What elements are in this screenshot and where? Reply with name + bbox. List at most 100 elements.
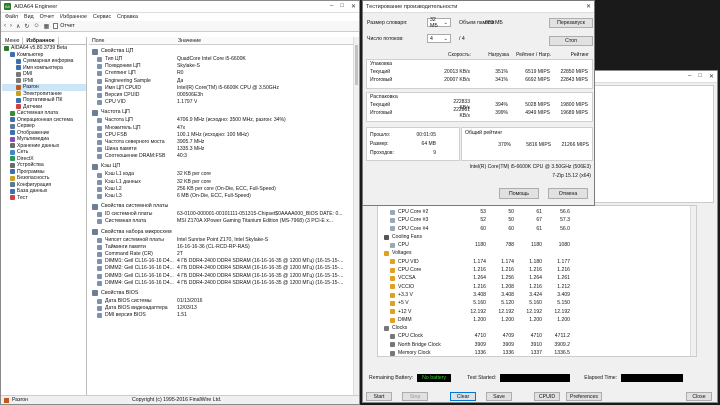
sensor-row[interactable]: +5 V 5.160 5.120 5.160 5.150 <box>378 299 696 307</box>
tab-favorites[interactable]: Избранное <box>23 37 59 44</box>
sensor-row[interactable]: +12 V 12.192 12.192 12.192 12.192 <box>378 308 696 316</box>
detail-row[interactable]: DIMM2: Geil CL16-16-16 D4... 4 ГБ DDR4-24… <box>89 265 353 272</box>
cpuid-button[interactable]: CPUID <box>534 392 560 401</box>
detail-row[interactable]: Кэш L1 данных 32 KB per core <box>89 179 353 186</box>
sensor-row[interactable]: DIMM 1.200 1.200 1.200 1.200 <box>378 316 696 324</box>
up-icon[interactable]: ∧ <box>16 23 20 30</box>
refresh-icon[interactable]: ↻ <box>24 23 29 30</box>
sensor-row[interactable]: VCCIO 1.216 1.208 1.216 1.212 <box>378 283 696 291</box>
detail-row[interactable]: Псевдоним ЦП Skylake-S <box>89 63 353 70</box>
detail-value: 32 KB per core <box>177 171 211 178</box>
detail-row[interactable]: DMI версия BIOS 1.51 <box>89 312 353 319</box>
close-icon[interactable]: ✕ <box>351 3 356 10</box>
sensor-row[interactable]: VCCSA 1.264 1.256 1.264 1.261 <box>378 274 696 282</box>
chart-icon[interactable]: ▦ <box>44 23 50 30</box>
detail-field: DIMM1: Geil CL16-16-16 D4... <box>89 258 175 265</box>
detail-row[interactable]: Имя ЦП CPUID Intel(R) Core(TM) i5-6600K C… <box>89 85 353 92</box>
status-icon <box>4 397 9 403</box>
sensor-group-row[interactable]: Voltages <box>378 249 696 257</box>
menu-favorites[interactable]: Избранное <box>60 14 87 20</box>
save-button[interactable]: Save <box>486 392 512 401</box>
menu-report[interactable]: Отчет <box>40 14 55 20</box>
detail-row[interactable]: ID системной платы 63-0100-000001-0010111… <box>89 211 353 218</box>
detail-row[interactable]: Дата BIOS видеоадаптера 12/03/13 <box>89 305 353 312</box>
forward-icon[interactable]: › <box>10 23 12 29</box>
detail-row[interactable]: Command Rate (CR) 2T <box>89 251 353 258</box>
sensor-value: 56.6 <box>560 209 570 215</box>
report-label: Отчет <box>60 23 75 29</box>
sensor-row[interactable]: CPU Clock 4710 4709 4710 4711.2 <box>378 332 696 340</box>
detail-row[interactable]: Кэш L1 кода 32 KB per core <box>89 171 353 178</box>
help-button[interactable]: Помощь <box>499 188 539 199</box>
sensor-value: 5.120 <box>501 300 514 307</box>
sensor-row[interactable]: +3.3 V 3.408 3.408 3.424 3.409 <box>378 291 696 299</box>
tab-menu[interactable]: Меню <box>2 37 24 44</box>
detail-row[interactable]: CPU FSB 100.1 MHz (исходно: 100 MHz) <box>89 132 353 139</box>
threads-select[interactable]: 4 ⌄ <box>427 34 451 43</box>
user-icon[interactable]: ☺ <box>33 23 39 29</box>
sensor-group-row[interactable]: Clocks <box>378 324 696 332</box>
detail-row[interactable]: CPU VID 1.1797 V <box>89 99 353 106</box>
detail-row[interactable]: DIMM3: Geil CL16-16-16 D4... 4 ГБ DDR4-24… <box>89 273 353 280</box>
start-button[interactable]: Start <box>366 392 392 401</box>
maximize-icon[interactable]: □ <box>340 3 344 10</box>
detail-row[interactable]: Кэш L2 256 KB per core (On-Die, ECC, Full… <box>89 186 353 193</box>
clear-button[interactable]: Clear <box>450 392 476 401</box>
minimize-icon[interactable]: – <box>330 3 333 10</box>
sensor-group-row[interactable]: Cooling Fans <box>378 233 696 241</box>
sensor-minimize-icon[interactable]: – <box>688 73 691 80</box>
detail-row[interactable]: DIMM1: Geil CL16-16-16 D4... 4 ГБ DDR4-24… <box>89 258 353 265</box>
sensor-row[interactable]: North Bridge Clock 3909 3909 3910 3909.2 <box>378 341 696 349</box>
stop-benchmark-button[interactable]: Стоп <box>549 36 593 46</box>
sensor-row[interactable]: CPU VID 1.174 1.174 1.180 1.177 <box>378 258 696 266</box>
detail-row[interactable]: Соотношение DRAM:FSB 40:3 <box>89 153 353 160</box>
section-icon <box>92 48 98 55</box>
sensor-row[interactable]: CPU Core #3 52 50 67 57.3 <box>378 216 696 224</box>
close-button[interactable]: Close <box>686 392 712 401</box>
menu-file[interactable]: Файл <box>5 14 18 20</box>
tree-item[interactable]: Тест <box>2 195 86 202</box>
detail-row[interactable]: Степпинг ЦП R0 <box>89 70 353 77</box>
detail-row[interactable]: Частота северного моста 3905.7 MHz <box>89 139 353 146</box>
sensor-row[interactable]: CPU Core #2 53 50 61 56.6 <box>378 208 696 216</box>
detail-row[interactable]: DIMM4: Geil CL16-16-16 D4... 4 ГБ DDR4-24… <box>89 280 353 287</box>
sensor-maximize-icon[interactable]: □ <box>698 73 702 80</box>
column-field[interactable]: Поле <box>89 37 175 44</box>
sensor-row[interactable]: CPU 1180 788 1180 1080 <box>378 241 696 249</box>
detail-row[interactable]: Шина памяти 1335.3 MHz <box>89 146 353 153</box>
back-icon[interactable]: ‹ <box>4 23 6 29</box>
detail-row[interactable]: Тип ЦП QuadCore Intel Core i5-6600K <box>89 56 353 63</box>
detail-row[interactable]: Версия CPUID 000506E3h <box>89 92 353 99</box>
benchmark-titlebar[interactable]: Тестирование производительности ✕ <box>363 1 594 13</box>
cancel-button[interactable]: Отмена <box>548 188 588 199</box>
dict-size-select[interactable]: 32 МБ ⌄ <box>427 17 451 29</box>
menu-view[interactable]: Вид <box>24 14 34 20</box>
detail-row[interactable]: Тайминги памяти 16-16-16-36 (CL-RCD-RP-RA… <box>89 244 353 251</box>
sensor-row[interactable]: CPU Core #4 60 60 61 56.0 <box>378 225 696 233</box>
menu-help[interactable]: Справка <box>117 14 138 20</box>
restart-button[interactable]: Перезапуск <box>549 18 593 28</box>
main-titlebar[interactable]: 64 AIDA64 Engineer – □ ✕ <box>1 1 359 13</box>
sensor-close-icon[interactable]: ✕ <box>709 73 714 80</box>
detail-row[interactable]: Engineering Sample Да <box>89 78 353 85</box>
report-button[interactable]: Отчет <box>53 23 75 29</box>
sensor-row[interactable]: CPU Core 1.216 1.216 1.216 1.216 <box>378 266 696 274</box>
detail-row[interactable]: Кэш L3 6 MB (On-Die, ECC, Full-Speed) <box>89 193 353 200</box>
column-value[interactable]: Значение <box>175 37 201 44</box>
detail-row[interactable]: Множитель ЦП 47x <box>89 125 353 132</box>
detail-row[interactable]: Частота ЦП 4706.9 MHz (исходно: 3500 MHz,… <box>89 117 353 124</box>
detail-row[interactable]: Дата BIOS системы 01/13/2016 <box>89 298 353 305</box>
sensor-scrollbar[interactable] <box>690 206 696 356</box>
detail-field: Шина памяти <box>89 146 175 153</box>
preferences-button[interactable]: Preferences <box>566 392 602 401</box>
scrollbar-thumb[interactable] <box>355 45 358 85</box>
stop-button[interactable]: Stop <box>402 392 428 401</box>
benchmark-close-icon[interactable]: ✕ <box>586 3 591 10</box>
status-copyright: Copyright (c) 1995-2016 FinalWire Ltd. <box>132 397 222 403</box>
sensor-row[interactable]: Memory Clock 1336 1336 1337 1336.5 <box>378 349 696 356</box>
menu-tools[interactable]: Сервис <box>93 14 111 20</box>
section-header: Кэш ЦП <box>89 162 353 171</box>
detail-row[interactable]: Системная плата MSI Z170A XPower Gaming T… <box>89 218 353 225</box>
details-scrollbar[interactable] <box>353 37 359 404</box>
detail-row[interactable]: Чипсет системной платы Intel Sunrise Poin… <box>89 237 353 244</box>
